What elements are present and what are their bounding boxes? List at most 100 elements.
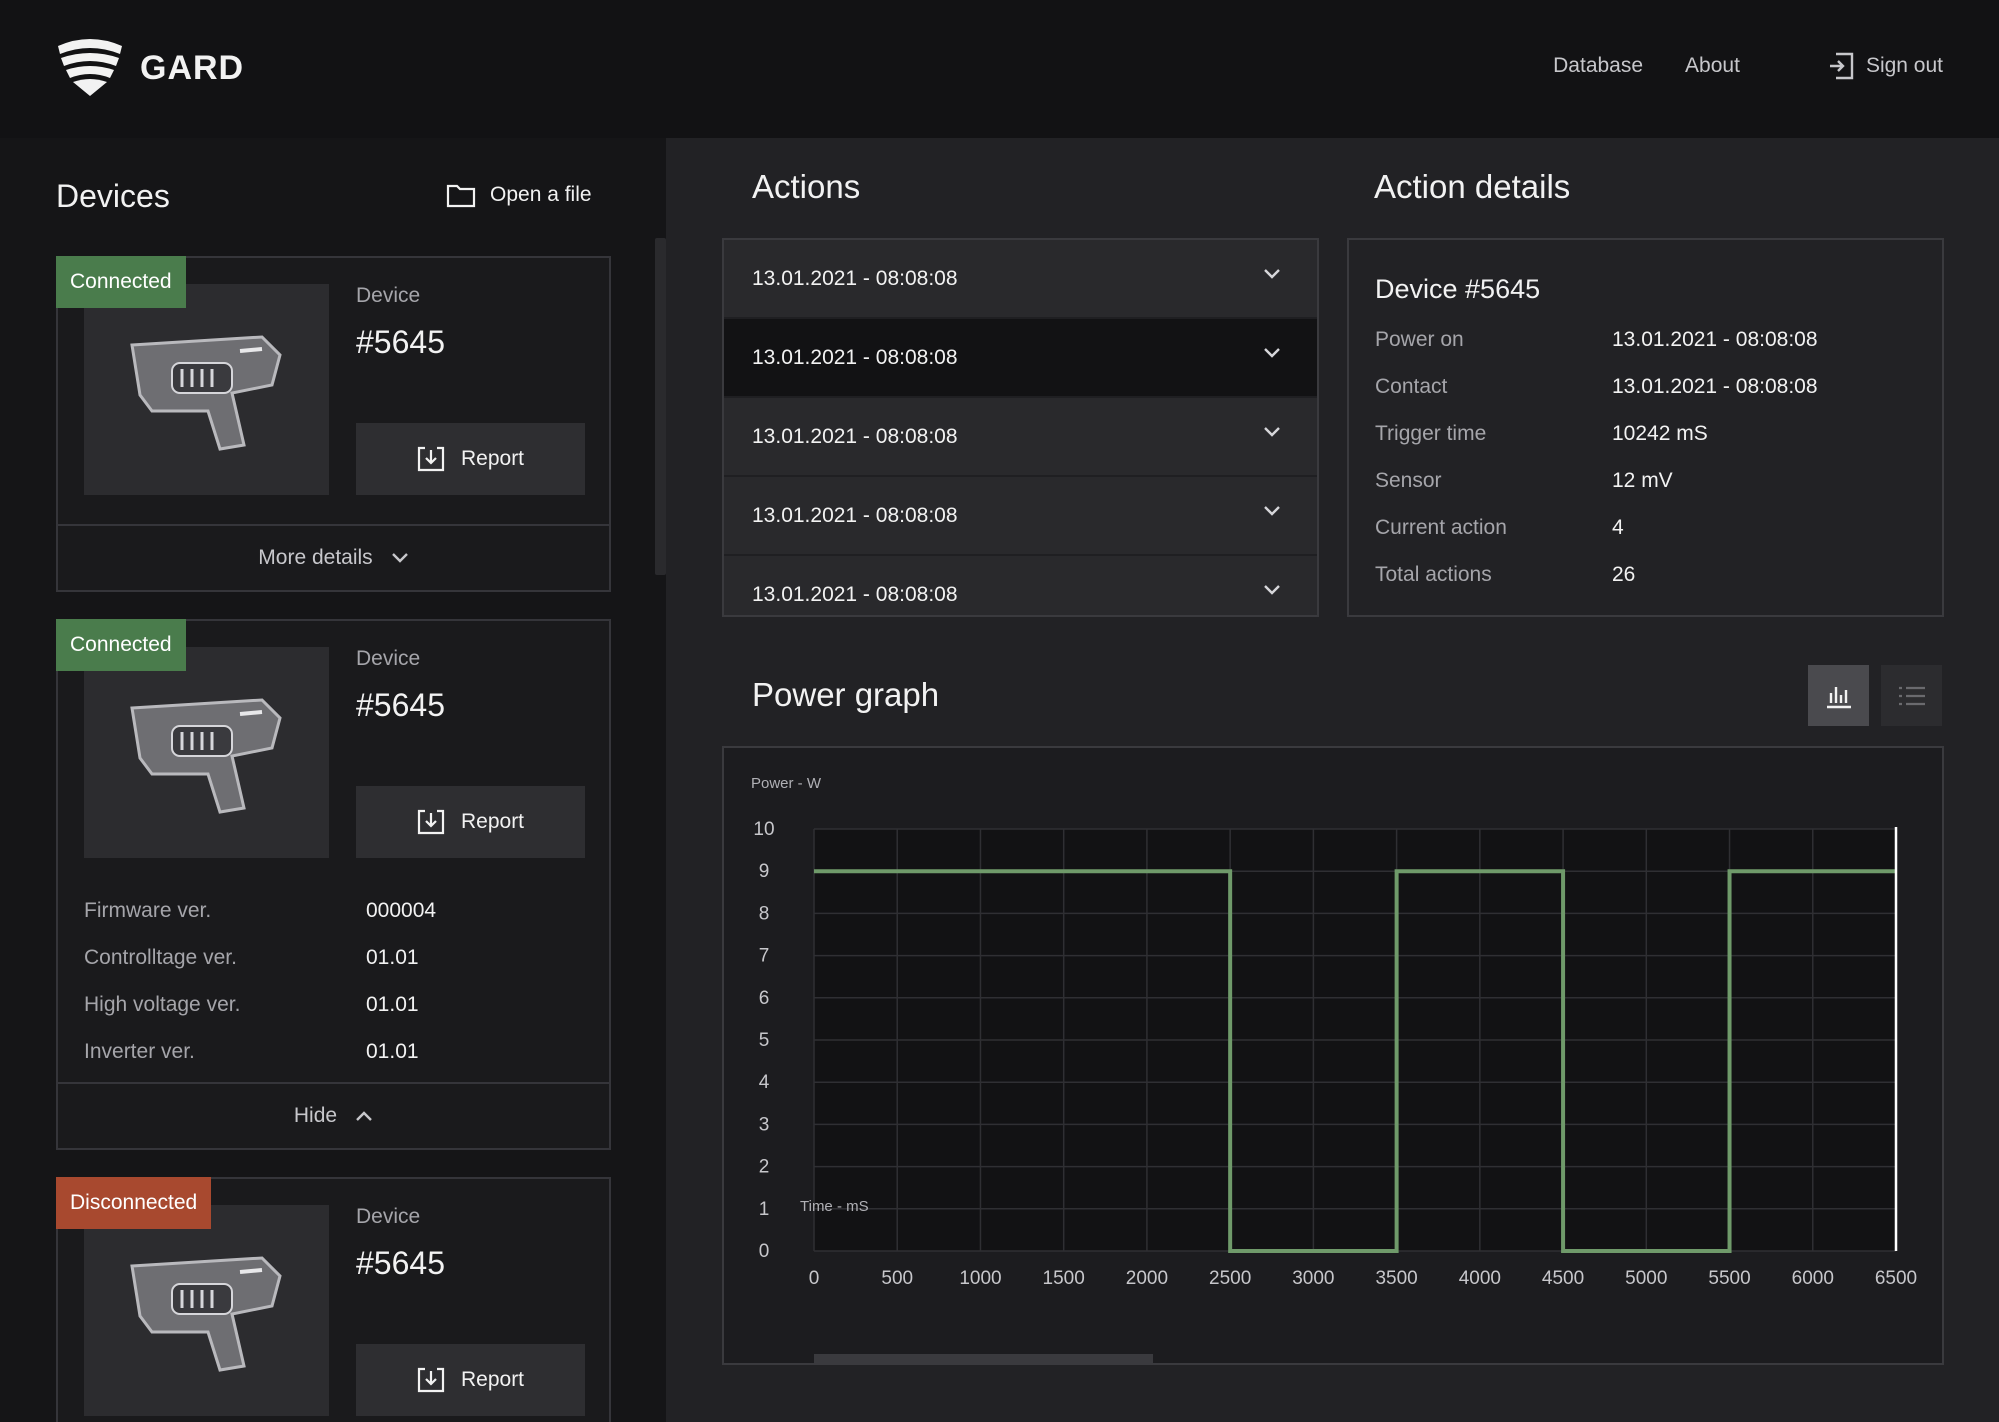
x-tick-label: 6500 [1875,1268,1917,1289]
chart-view-button[interactable] [1808,665,1869,726]
power-graph[interactable]: 0 1 2 3 4 5 6 7 8 9 10 0 500 1000 1500 2000 2500 3000 3500… [722,746,1944,1365]
hide-details-toggle[interactable]: Hide [58,1082,609,1148]
nav-database[interactable]: Database [1553,54,1643,78]
action-date: 13.01.2021 - 08:08:08 [752,503,958,527]
action-item[interactable]: 13.01.2021 - 08:08:08 [724,398,1317,477]
y-tick-label: 6 [759,988,770,1009]
detail-value: 13.01.2021 - 08:08:08 [1612,328,1818,351]
detail-key: Sensor [1375,469,1442,492]
list-view-button[interactable] [1881,665,1942,726]
device-card: Connected Device #5645 Report Firmware v… [56,619,611,1150]
y-tick-label: 0 [759,1241,770,1262]
brand-name: GARD [140,48,245,87]
detail-row: Sensor 12 mV [1375,469,1673,493]
spec-row: Firmware ver. 000004 [84,887,584,934]
action-date: 13.01.2021 - 08:08:08 [752,424,958,448]
x-tick-label: 6000 [1792,1268,1834,1289]
detail-value: 26 [1612,563,1636,586]
actions-list: 13.01.2021 - 08:08:08 13.01.2021 - 08:08… [722,238,1319,617]
x-tick-label: 3000 [1292,1268,1334,1289]
status-badge: Connected [56,619,186,671]
x-tick-label: 500 [881,1268,913,1289]
action-item[interactable]: 13.01.2021 - 08:08:08 [724,240,1317,319]
logo[interactable]: GARD [56,38,244,98]
action-item-selected[interactable]: 13.01.2021 - 08:08:08 [724,319,1317,398]
y-tick-label: 9 [759,861,770,882]
x-tick-label: 0 [809,1268,820,1289]
sign-out-icon [1829,52,1854,80]
chevron-down-icon [1264,506,1280,516]
device-image [84,284,329,495]
detail-value: 10242 mS [1612,422,1708,445]
sign-out-label: Sign out [1865,54,1943,77]
action-details-title: Action details [1374,168,1571,205]
report-button[interactable]: Report [356,423,585,495]
detail-key: Contact [1375,375,1448,398]
main-panel: Actions Action details 13.01.2021 - 08:0… [666,138,1999,1422]
action-details-card: Device #5645 Power on 13.01.2021 - 08:08:… [1347,238,1944,617]
more-details-label: More details [258,546,373,569]
graph-scrollbar[interactable] [814,1354,1153,1363]
chevron-down-icon [1264,585,1280,595]
action-item[interactable]: 13.01.2021 - 08:08:08 [724,556,1317,615]
chevron-up-icon [356,1111,372,1121]
list-icon [1898,686,1925,705]
device-specs: Firmware ver. 000004 Controlltage ver. 01.… [84,887,584,1075]
detail-key: Current action [1375,516,1507,539]
shield-logo-icon [58,39,122,96]
report-button[interactable]: Report [356,1344,585,1416]
x-tick-label: 5500 [1708,1268,1750,1289]
device-id: #5645 [356,687,445,723]
y-tick-label: 7 [759,946,770,967]
sign-out-button[interactable]: Sign out [1828,52,1943,80]
detail-row: Contact 13.01.2021 - 08:08:08 [1375,375,1818,399]
folder-icon [446,184,476,208]
spec-key: High voltage ver. [84,992,241,1016]
x-tick-label: 2500 [1209,1268,1251,1289]
report-button[interactable]: Report [356,786,585,858]
download-report-icon [417,809,445,835]
action-date: 13.01.2021 - 08:08:08 [752,582,958,606]
y-tick-label: 5 [759,1030,770,1051]
taser-device-icon [129,334,282,451]
spec-row: Controlltage ver. 01.01 [84,934,584,981]
top-bar: GARD Database About Sign out [0,0,1999,138]
devices-scrollbar[interactable] [655,238,666,575]
devices-panel: Devices Open a file Connected Device #56… [0,138,666,1422]
y-tick-label: 2 [759,1157,770,1178]
x-tick-label: 4500 [1542,1268,1584,1289]
x-tick-label: 4000 [1459,1268,1501,1289]
taser-device-icon [129,697,282,814]
nav-about[interactable]: About [1685,54,1740,78]
spec-value: 01.01 [366,945,419,969]
more-details-toggle[interactable]: More details [58,524,609,590]
spec-value: 000004 [366,898,437,922]
detail-value: 4 [1612,516,1624,539]
bar-chart-icon [1826,686,1851,708]
action-item[interactable]: 13.01.2021 - 08:08:08 [724,477,1317,556]
device-label: Device [356,284,421,307]
detail-value: 13.01.2021 - 08:08:08 [1612,375,1818,398]
device-card: Connected Device #5645 Report More detai… [56,256,611,592]
chevron-down-icon [1264,427,1280,437]
report-label: Report [460,447,525,470]
status-badge: Disconnected [56,1177,212,1229]
status-badge: Connected [56,256,186,308]
spec-value: 01.01 [366,1039,419,1063]
action-date: 13.01.2021 - 08:08:08 [752,266,958,290]
chevron-down-icon [1264,269,1280,279]
detail-value: 12 mV [1612,469,1673,492]
actions-title: Actions [752,168,861,205]
device-id: #5645 [356,324,445,360]
y-tick-label: 10 [753,819,774,840]
y-tick-label: 3 [759,1114,770,1135]
action-date: 13.01.2021 - 08:08:08 [752,345,958,369]
open-file-label: Open a file [490,183,592,206]
open-file-button[interactable]: Open a file [446,182,592,208]
x-axis-label: Time - mS [800,1198,869,1215]
x-tick-label: 5000 [1625,1268,1667,1289]
spec-key: Firmware ver. [84,898,212,922]
detail-row: Current action 4 [1375,516,1624,540]
detail-key: Total actions [1375,563,1492,586]
download-report-icon [417,446,445,472]
